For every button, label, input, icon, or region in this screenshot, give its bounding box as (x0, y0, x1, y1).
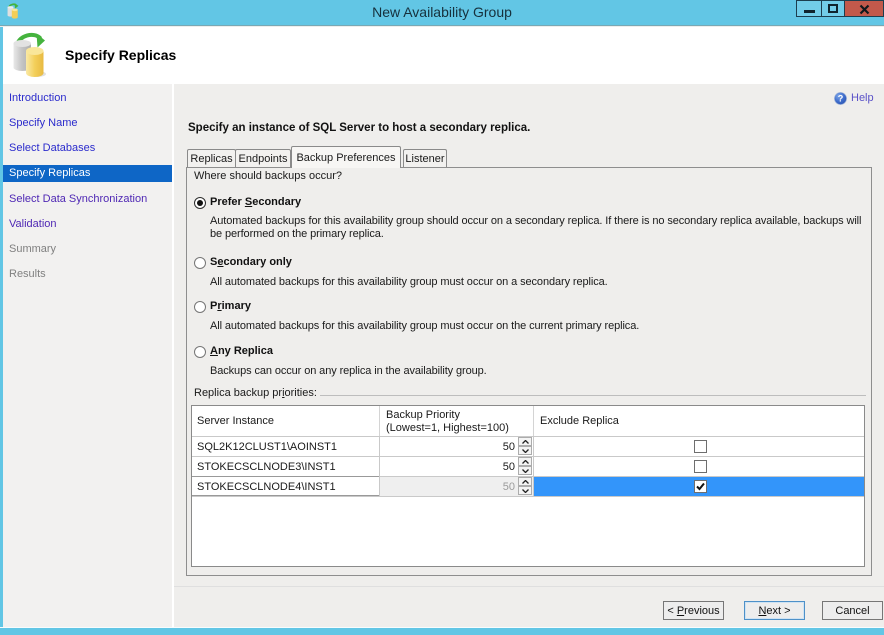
svg-text:?: ? (838, 94, 844, 104)
